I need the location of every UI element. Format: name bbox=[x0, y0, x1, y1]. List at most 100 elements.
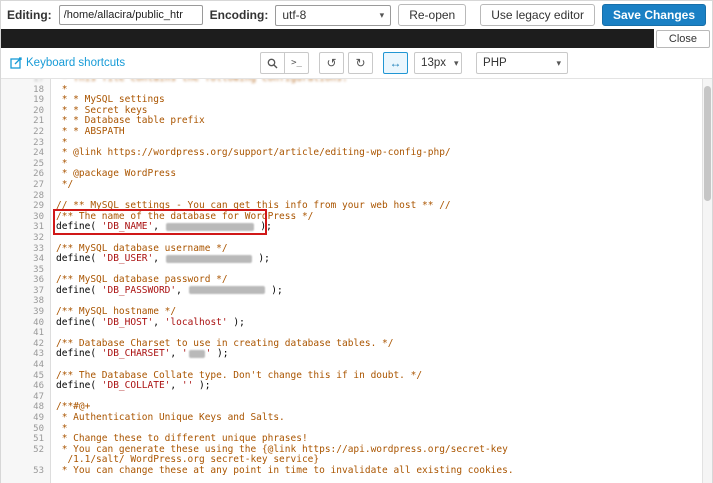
code-token: 'DB_USER' bbox=[101, 253, 154, 265]
reopen-button[interactable]: Re-open bbox=[398, 4, 467, 26]
code-token: '' bbox=[181, 380, 194, 392]
font-size-select[interactable]: 13px ▾ bbox=[414, 52, 463, 74]
editor-toolbar: Keyboard shortcuts >_ ↺ ↻ ↔ 13px ▾ PHP ▾ bbox=[1, 48, 712, 79]
line-number: 40 bbox=[33, 317, 44, 328]
code-token: /** Database Charset to use in creating … bbox=[56, 337, 394, 349]
redacted-value bbox=[165, 254, 252, 263]
line-number: 23 bbox=[33, 137, 44, 148]
code-line: 26 * @package WordPress bbox=[1, 169, 712, 180]
code-token: define( bbox=[56, 221, 102, 233]
code-token: /** MySQL hostname */ bbox=[56, 306, 177, 318]
code-line: 49 * Authentication Unique Keys and Salt… bbox=[1, 412, 712, 424]
code-token: /** MySQL database password */ bbox=[56, 274, 228, 286]
keyboard-shortcuts-link[interactable]: Keyboard shortcuts bbox=[10, 57, 125, 69]
code-token: ); bbox=[193, 380, 211, 392]
line-number: 36 bbox=[33, 275, 44, 286]
redacted-value bbox=[188, 286, 265, 295]
editing-path-input[interactable] bbox=[58, 5, 203, 25]
line-number: 35 bbox=[33, 264, 44, 275]
code-token: /**#@+ bbox=[56, 401, 91, 413]
line-number: 25 bbox=[33, 158, 44, 169]
code-token: ); bbox=[211, 348, 229, 360]
line-number: 17 bbox=[33, 79, 44, 84]
font-size-value: 13px bbox=[421, 57, 446, 69]
redo-button[interactable]: ↻ bbox=[348, 52, 374, 74]
code-token: , bbox=[170, 380, 182, 392]
console-button[interactable]: >_ bbox=[284, 52, 310, 74]
code-token: , bbox=[153, 253, 165, 265]
code-line: 40 define( 'DB_HOST', 'localhost' ); bbox=[1, 316, 712, 329]
line-number: 41 bbox=[33, 328, 44, 339]
redo-icon: ↻ bbox=[355, 56, 366, 70]
editor-window: Editing: Encoding: utf-8 ▾ Re-open Use l… bbox=[0, 0, 713, 483]
code-token: /** MySQL database username */ bbox=[56, 242, 228, 254]
code-token: define( bbox=[56, 253, 102, 265]
line-number: 29 bbox=[33, 201, 44, 212]
editing-label: Editing: bbox=[7, 8, 52, 22]
code-line: 22 * * ABSPATH bbox=[1, 125, 712, 138]
code-token: , bbox=[176, 284, 188, 296]
code-editor[interactable]: 17 * This file contains the following co… bbox=[1, 79, 712, 483]
save-changes-button[interactable]: Save Changes bbox=[601, 4, 706, 26]
code-token: 'DB_CHARSET' bbox=[101, 348, 171, 360]
code-line: 31 define( 'DB_NAME', ); bbox=[1, 222, 712, 233]
scrollbar[interactable] bbox=[702, 79, 712, 483]
code-text: * You can change these at any point in t… bbox=[51, 465, 514, 477]
left-right-arrow-icon: ↔ bbox=[389, 56, 402, 70]
code-token: 'DB_PASSWORD' bbox=[101, 284, 177, 296]
line-number: 32 bbox=[33, 232, 44, 243]
redacted-value bbox=[165, 222, 254, 231]
chevron-down-icon: ▾ bbox=[453, 57, 459, 68]
wrap-toggle-button[interactable]: ↔ bbox=[383, 52, 409, 74]
code-token: 'DB_HOST' bbox=[101, 316, 154, 328]
code-token: ' bbox=[181, 348, 188, 360]
redacted-value bbox=[188, 349, 205, 358]
line-number bbox=[1, 455, 51, 466]
search-button[interactable] bbox=[260, 52, 286, 74]
use-legacy-editor-button[interactable]: Use legacy editor bbox=[480, 4, 595, 26]
header-bar: Editing: Encoding: utf-8 ▾ Re-open Use l… bbox=[1, 1, 712, 29]
close-button[interactable]: Close bbox=[655, 29, 710, 48]
code-token: , bbox=[153, 221, 165, 233]
line-number: 47 bbox=[33, 391, 44, 402]
code-token: , bbox=[170, 348, 182, 360]
code-token: * * ABSPATH bbox=[56, 125, 125, 137]
encoding-select[interactable]: utf-8 ▾ bbox=[275, 4, 392, 26]
code-text: define( 'DB_HOST', 'localhost' ); bbox=[51, 316, 245, 329]
line-number: 39 bbox=[33, 307, 44, 318]
keyboard-shortcuts-label: Keyboard shortcuts bbox=[26, 57, 126, 69]
code-token: * bbox=[56, 422, 68, 434]
line-number: 43 bbox=[33, 349, 44, 360]
line-number: 33 bbox=[33, 243, 44, 254]
close-button-wrap: Close bbox=[653, 27, 712, 50]
code-text: * Authentication Unique Keys and Salts. bbox=[51, 412, 285, 424]
chevron-down-icon: ▾ bbox=[379, 9, 385, 20]
code-token: * * Secret keys bbox=[56, 104, 148, 116]
code-line: 47 bbox=[1, 392, 712, 403]
code-text: define( 'DB_COLLATE', '' ); bbox=[51, 380, 211, 392]
line-number: 42 bbox=[33, 338, 44, 349]
code-line: 17 * This file contains the following co… bbox=[1, 79, 712, 85]
code-text: define( 'DB_USER', ); bbox=[51, 253, 270, 265]
code-token: 'DB_COLLATE' bbox=[101, 380, 171, 392]
code-token: * bbox=[56, 157, 68, 169]
toolbar-controls: >_ ↺ ↻ ↔ 13px ▾ PHP ▾ bbox=[260, 52, 569, 74]
syntax-select[interactable]: PHP ▾ bbox=[476, 52, 569, 74]
line-number: 49 bbox=[33, 413, 44, 423]
code-token: define( bbox=[56, 348, 102, 360]
code-token: 'localhost' bbox=[164, 316, 228, 328]
code-text: * @link https://wordpress.org/support/ar… bbox=[51, 147, 451, 159]
scrollbar-thumb[interactable] bbox=[704, 86, 711, 201]
code-token: * bbox=[56, 136, 68, 148]
line-number: 24 bbox=[33, 148, 44, 159]
line-number: 19 bbox=[33, 95, 44, 106]
code-token: * You can generate these using the {@lin… bbox=[56, 443, 508, 455]
line-number: 22 bbox=[33, 126, 44, 137]
line-number: 21 bbox=[33, 116, 44, 127]
code-token: * @link https://wordpress.org/support/ar… bbox=[56, 147, 451, 159]
undo-icon: ↺ bbox=[326, 56, 337, 70]
encoding-label: Encoding: bbox=[209, 8, 269, 22]
undo-button[interactable]: ↺ bbox=[319, 52, 345, 74]
code-line: 24 * @link https://wordpress.org/support… bbox=[1, 147, 712, 159]
line-number: 38 bbox=[33, 296, 44, 307]
